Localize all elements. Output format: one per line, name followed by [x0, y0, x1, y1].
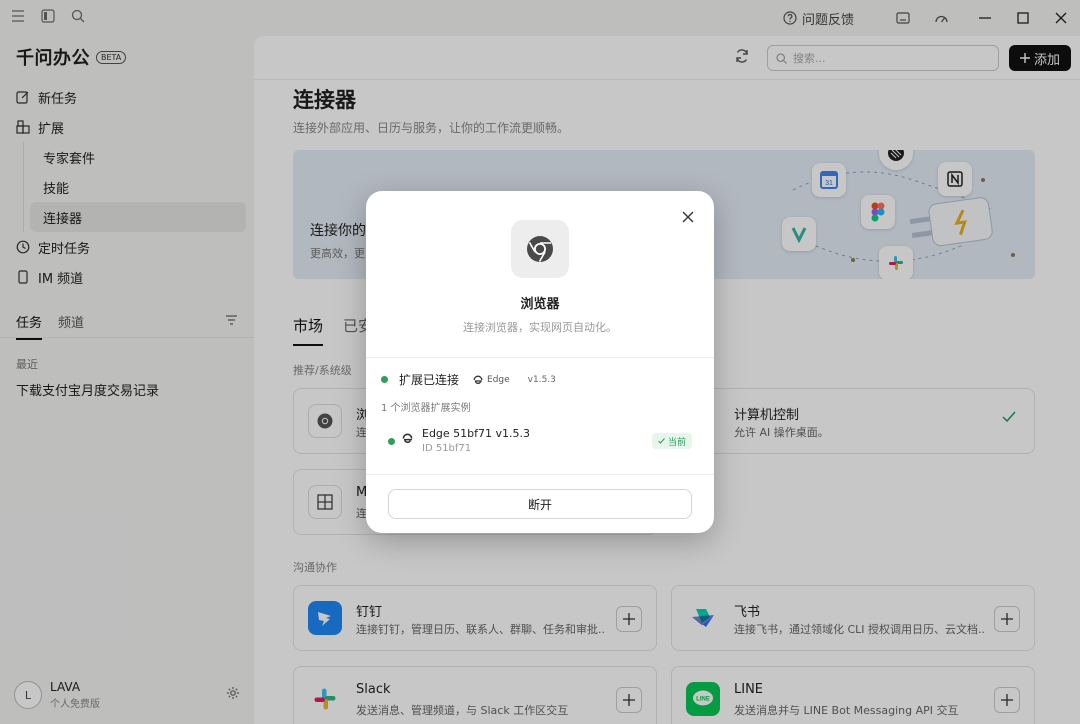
badge-label: 当前: [667, 437, 686, 448]
list-item: Edge 51bf71 v1.5.3 ID 51bf71 当前: [388, 427, 692, 457]
browser-tag: Edge: [473, 375, 510, 385]
status-label: 扩展已连接: [399, 373, 460, 387]
divider: [366, 474, 714, 475]
check-icon: [658, 438, 665, 444]
browser-name: Edge: [487, 374, 510, 385]
dialog-subtitle: 连接浏览器，实现网页自动化。: [463, 321, 617, 334]
edge-icon: [402, 433, 413, 448]
status-badge: 当前: [651, 433, 692, 449]
version-label: v1.5.3: [527, 374, 556, 385]
divider: [366, 357, 714, 358]
close-icon[interactable]: [682, 211, 694, 227]
status-dot: [381, 376, 388, 383]
browser-connector-dialog: 浏览器 连接浏览器，实现网页自动化。 扩展已连接 Edge v1.5.3 1 个…: [366, 191, 714, 533]
instance-id: ID 51bf71: [422, 443, 472, 454]
status-dot: [388, 438, 395, 445]
connection-status: 扩展已连接 Edge v1.5.3: [381, 371, 556, 388]
disconnect-button[interactable]: 断开: [388, 489, 692, 519]
edge-icon: [473, 375, 483, 384]
chrome-icon: [511, 220, 569, 278]
instance-name: Edge 51bf71 v1.5.3: [422, 427, 531, 440]
dialog-title: 浏览器: [520, 297, 560, 312]
instances-count: 1 个浏览器扩展实例: [381, 403, 471, 414]
